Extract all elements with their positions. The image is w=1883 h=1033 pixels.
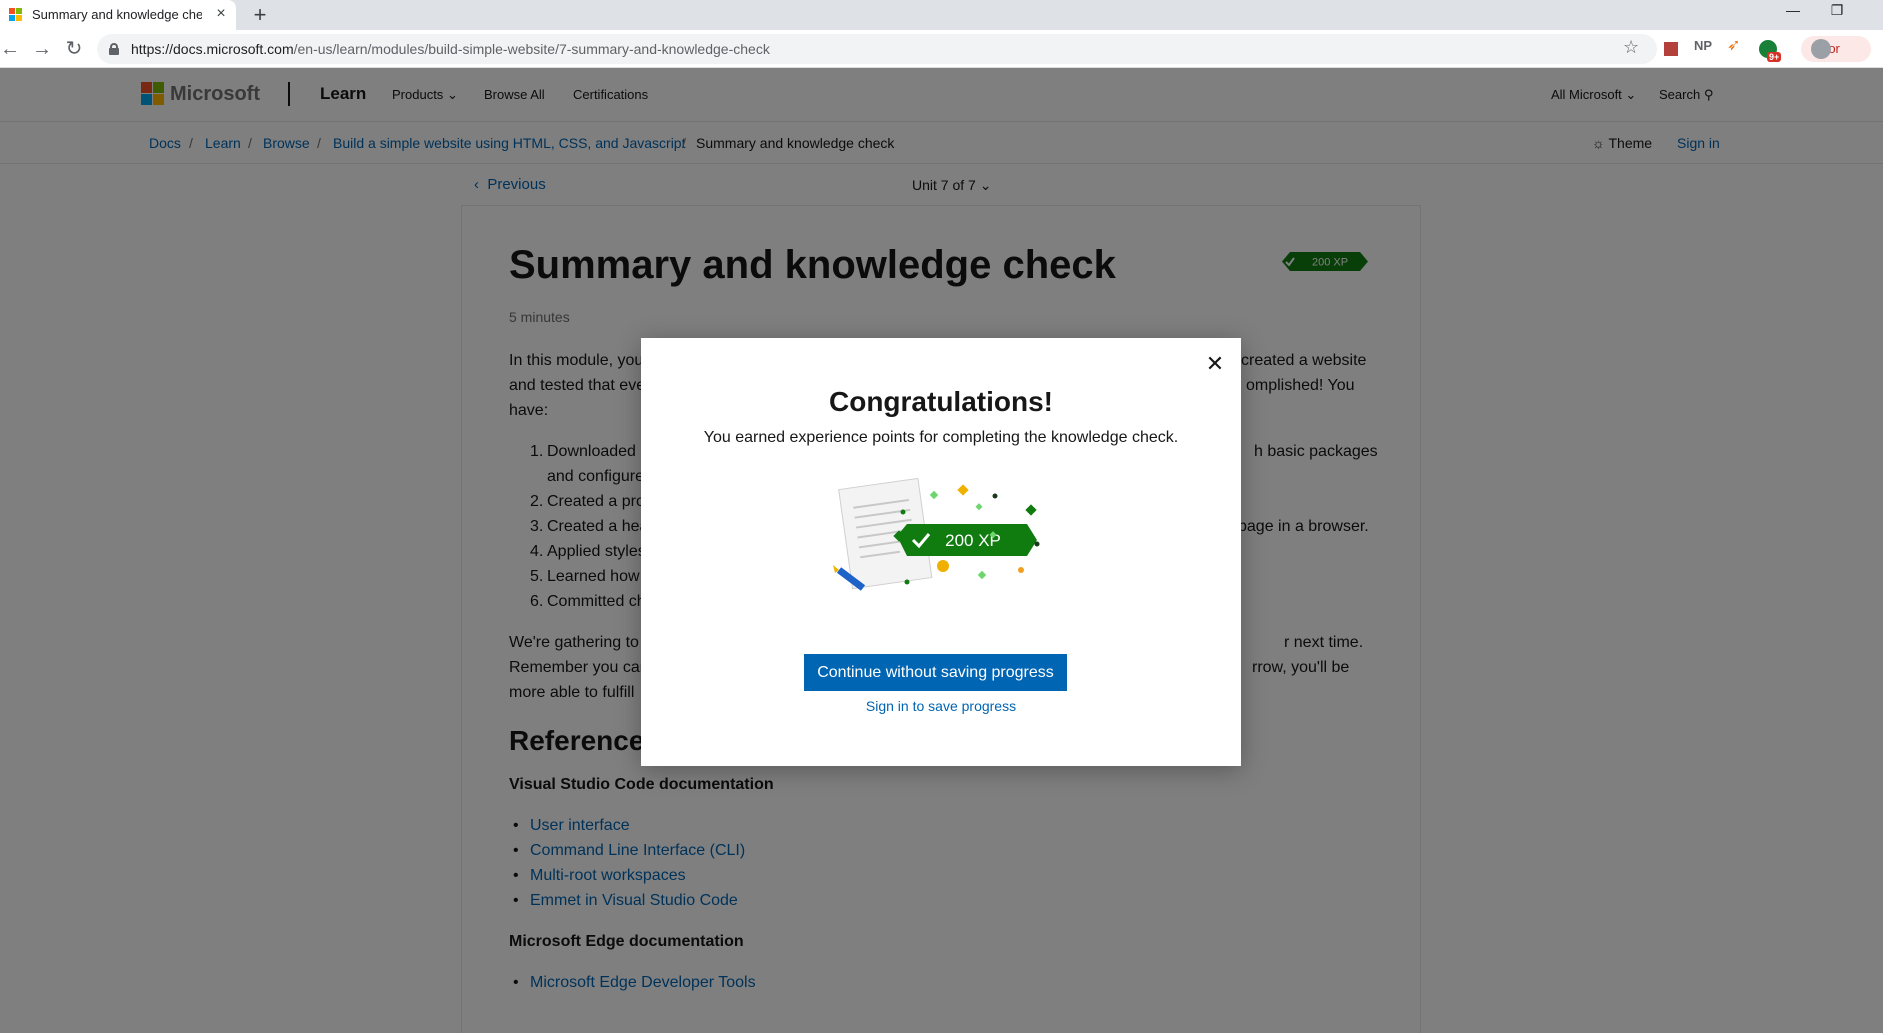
tab-close-icon[interactable]: ×: [212, 5, 230, 23]
np-extension-icon[interactable]: NP: [1694, 38, 1712, 53]
url-text[interactable]: https://docs.microsoft.com/en-us/learn/m…: [131, 41, 770, 57]
profile-error-button[interactable]: Error: [1801, 36, 1871, 62]
continue-without-saving-button[interactable]: Continue without saving progress: [804, 654, 1067, 691]
flame-extension-icon[interactable]: ➶: [1727, 35, 1740, 55]
lock-icon: [109, 43, 119, 55]
browser-tab-bar: Summary and knowledge check × + — ❐: [0, 0, 1883, 30]
xp-illustration: 200 XP: [827, 472, 1057, 612]
new-tab-icon[interactable]: +: [248, 3, 272, 27]
browser-tab[interactable]: Summary and knowledge check ×: [0, 0, 236, 30]
browser-toolbar: ← → ↻ https://docs.microsoft.com/en-us/l…: [0, 30, 1883, 68]
bookmark-star-icon[interactable]: ☆: [1623, 37, 1639, 58]
dialog-subtitle: You earned experience points for complet…: [703, 429, 1179, 446]
minimize-icon[interactable]: —: [1778, 2, 1808, 18]
reload-icon[interactable]: ↻: [62, 37, 86, 61]
xp-celebration-icon: 200 XP: [833, 477, 1040, 591]
tab-title: Summary and knowledge check: [32, 7, 202, 22]
address-bar[interactable]: https://docs.microsoft.com/en-us/learn/m…: [97, 34, 1657, 64]
extension-badge: 9+: [1767, 52, 1782, 62]
back-icon[interactable]: ←: [0, 37, 22, 61]
forward-icon[interactable]: →: [30, 37, 54, 61]
congratulations-dialog: ✕ Congratulations! You earned experience…: [641, 338, 1241, 766]
avatar: [1811, 39, 1831, 59]
sign-in-to-save-link[interactable]: Sign in to save progress: [641, 698, 1241, 714]
microsoft-favicon-icon: [9, 8, 23, 22]
restore-icon[interactable]: ❐: [1822, 2, 1852, 19]
dialog-title: Congratulations!: [829, 386, 1053, 417]
close-icon[interactable]: ✕: [1199, 348, 1231, 380]
pdf-extension-icon[interactable]: [1664, 42, 1678, 56]
